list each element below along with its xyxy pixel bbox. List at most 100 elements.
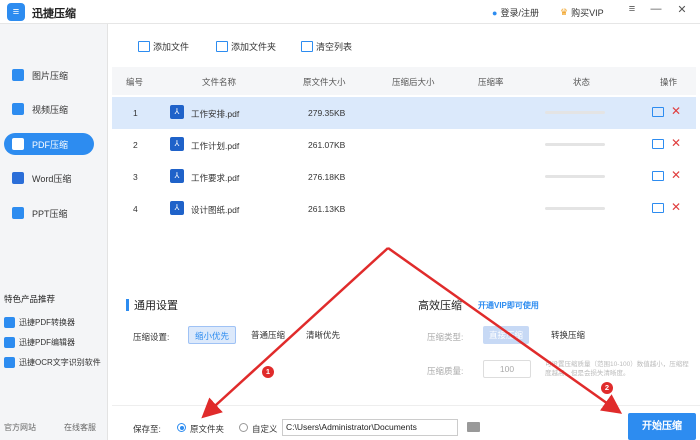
- save-path-input[interactable]: C:\Users\Administrator\Documents: [282, 419, 458, 436]
- add-folder-icon: [216, 41, 228, 52]
- radio-custom[interactable]: [239, 423, 248, 432]
- ocr-icon: [4, 357, 15, 368]
- row-size: 261.13KB: [308, 204, 346, 214]
- sidebar-item-label: PPT压缩: [32, 208, 68, 219]
- table-header: 编号 文件名称 原文件大小 压缩后大小 压缩率 状态 操作: [112, 67, 696, 95]
- delete-icon[interactable]: ✕: [671, 200, 681, 214]
- quality-label: 压缩质量:: [427, 366, 464, 376]
- crown-icon: ♛: [560, 7, 569, 17]
- official-website-link[interactable]: 官方网站: [4, 422, 36, 433]
- delete-icon[interactable]: ✕: [671, 136, 681, 150]
- minimize-icon[interactable]: —: [648, 3, 664, 15]
- login-label: 登录/注册: [500, 8, 539, 18]
- close-window-icon[interactable]: ✕: [674, 3, 690, 16]
- open-vip-link[interactable]: 开通VIP即可使用: [478, 300, 539, 311]
- row-name: 设计图纸.pdf: [191, 205, 240, 215]
- sidebar-item-label: 图片压缩: [32, 70, 69, 81]
- progress-bar: [545, 143, 605, 146]
- add-folder-button[interactable]: 添加文件夹: [216, 40, 276, 53]
- buy-vip-button[interactable]: ♛ 购买VIP: [560, 6, 604, 19]
- row-name: 工作安排.pdf: [191, 109, 240, 119]
- header-compressed-size: 压缩后大小: [392, 77, 435, 87]
- pdf-icon: [12, 138, 24, 150]
- header-no: 编号: [126, 77, 144, 87]
- row-name: 工作要求.pdf: [191, 173, 240, 183]
- pdf-file-icon: ⅄: [170, 137, 184, 151]
- radio-original-folder[interactable]: [177, 423, 186, 432]
- online-support-link[interactable]: 在线客服: [64, 422, 96, 433]
- header-actions: 操作: [660, 77, 678, 87]
- row-size: 261.07KB: [308, 140, 346, 150]
- image-icon: [12, 69, 24, 81]
- app-logo-icon: ≡: [7, 3, 25, 21]
- browse-folder-icon[interactable]: [467, 422, 480, 432]
- delete-icon[interactable]: ✕: [671, 104, 681, 118]
- table-row[interactable]: 4 ⅄ 设计图纸.pdf 261.13KB ✕: [112, 193, 696, 225]
- sidebar-item-ppt[interactable]: PPT压缩: [4, 202, 94, 224]
- sidebar: 图片压缩 视频压缩 PDF压缩 Word压缩 PPT压缩 特色产品推荐 迅捷PD…: [0, 24, 108, 440]
- option-convert-compress[interactable]: 转换压缩: [545, 326, 591, 344]
- promo-pdf-editor[interactable]: 迅捷PDF编辑器: [4, 337, 75, 348]
- annotation-badge-1: 1: [262, 366, 274, 378]
- general-settings-title: 通用设置: [126, 297, 178, 313]
- clear-list-button[interactable]: 清空列表: [301, 40, 352, 53]
- annotation-badge-2: 2: [601, 382, 613, 394]
- quality-hint: 可设置压缩质量（范围10-100）数值越小，压缩程度越高，但是会损失清晰度。: [545, 361, 689, 377]
- row-size: 279.35KB: [308, 108, 346, 118]
- vip-label: 购买VIP: [571, 8, 604, 18]
- header-size: 原文件大小: [303, 77, 346, 87]
- option-clarity-first[interactable]: 清晰优先: [300, 326, 346, 344]
- save-to-label: 保存至:: [133, 424, 161, 434]
- row-size: 276.18KB: [308, 172, 346, 182]
- word-icon: [12, 172, 24, 184]
- progress-bar: [545, 207, 605, 210]
- delete-icon[interactable]: ✕: [671, 168, 681, 182]
- ppt-icon: [12, 207, 24, 219]
- custom-label: 自定义: [252, 424, 278, 434]
- add-file-icon: [138, 41, 150, 52]
- row-no: 2: [133, 140, 138, 150]
- sidebar-item-video[interactable]: 视频压缩: [4, 98, 94, 120]
- table-row[interactable]: 1 ⅄ 工作安排.pdf 279.35KB ✕: [112, 97, 696, 129]
- header-status: 状态: [573, 77, 591, 87]
- user-icon: ●: [492, 7, 498, 18]
- open-folder-icon[interactable]: [652, 203, 664, 213]
- sidebar-item-image[interactable]: 图片压缩: [4, 64, 94, 86]
- sidebar-item-label: PDF压缩: [32, 139, 69, 150]
- quality-input[interactable]: 100: [483, 360, 531, 378]
- pdf-file-icon: ⅄: [170, 169, 184, 183]
- promo-pdf-converter[interactable]: 迅捷PDF转换器: [4, 317, 75, 328]
- start-compress-button[interactable]: 开始压缩: [628, 413, 696, 440]
- progress-bar: [545, 111, 605, 114]
- original-folder-label: 原文件夹: [190, 424, 225, 434]
- add-file-button[interactable]: 添加文件: [138, 40, 189, 53]
- row-name: 工作计划.pdf: [191, 141, 240, 151]
- trash-icon: [301, 41, 313, 52]
- table-row[interactable]: 3 ⅄ 工作要求.pdf 276.18KB ✕: [112, 161, 696, 193]
- progress-bar: [545, 175, 605, 178]
- option-normal[interactable]: 普通压缩: [245, 326, 291, 344]
- sidebar-item-word[interactable]: Word压缩: [4, 167, 94, 189]
- promo-ocr[interactable]: 迅捷OCR文字识别软件: [4, 357, 101, 368]
- type-label: 压缩类型:: [427, 332, 464, 342]
- row-no: 4: [133, 204, 138, 214]
- option-direct-compress[interactable]: 直接压缩: [483, 326, 530, 344]
- table-row[interactable]: 2 ⅄ 工作计划.pdf 261.07KB ✕: [112, 129, 696, 161]
- header-name: 文件名称: [202, 77, 237, 87]
- sidebar-item-pdf[interactable]: PDF压缩: [4, 133, 94, 155]
- sidebar-item-label: 视频压缩: [32, 104, 69, 115]
- login-button[interactable]: ● 登录/注册: [492, 6, 539, 19]
- option-smaller-first[interactable]: 缩小优先: [188, 326, 237, 344]
- row-no: 3: [133, 172, 138, 182]
- open-folder-icon[interactable]: [652, 107, 664, 117]
- open-folder-icon[interactable]: [652, 139, 664, 149]
- app-title: 迅捷压缩: [32, 8, 76, 20]
- sidebar-item-label: Word压缩: [32, 173, 72, 184]
- menu-icon[interactable]: ≡: [624, 3, 640, 15]
- video-icon: [12, 103, 24, 115]
- open-folder-icon[interactable]: [652, 171, 664, 181]
- promo-title: 特色产品推荐: [4, 294, 56, 304]
- compress-setting-label: 压缩设置:: [133, 332, 170, 342]
- pdf-file-icon: ⅄: [170, 105, 184, 119]
- pdf-editor-icon: [4, 337, 15, 348]
